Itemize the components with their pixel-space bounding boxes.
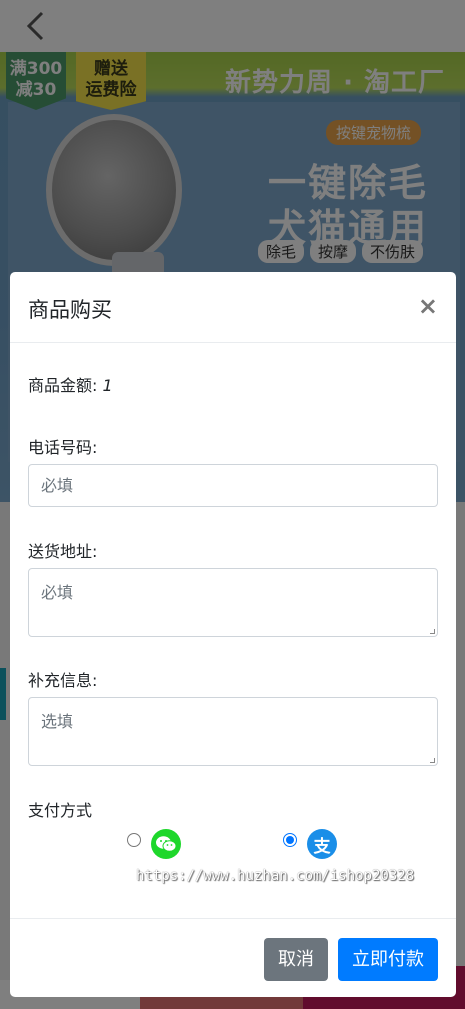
wechat-radio[interactable] — [127, 833, 141, 847]
watermark: https://www.huzhan.com/ishop20328 — [136, 868, 415, 884]
amount-value: 1 — [102, 376, 113, 395]
cancel-button[interactable]: 取消 — [264, 938, 328, 981]
address-textarea[interactable]: 必填 — [28, 568, 438, 637]
alipay-radio[interactable] — [283, 833, 297, 847]
payment-label: 支付方式 — [28, 801, 93, 820]
extra-label: 补充信息: — [28, 671, 98, 690]
wechat-icon[interactable] — [151, 829, 181, 859]
close-icon[interactable]: × — [418, 294, 438, 318]
phone-placeholder: 必填 — [41, 476, 74, 495]
extra-placeholder: 选填 — [41, 712, 74, 731]
modal-footer: 取消 立即付款 — [10, 918, 456, 997]
resize-handle-icon[interactable] — [430, 758, 435, 763]
payment-options: 支 — [10, 829, 456, 869]
pay-now-button[interactable]: 立即付款 — [338, 938, 438, 981]
purchase-modal: 商品购买 × 商品金额: 1 电话号码: 必填 送货地址: 必填 补充信息: 选… — [10, 272, 456, 997]
modal-title: 商品购买 — [28, 298, 112, 322]
address-placeholder: 必填 — [41, 583, 74, 602]
address-label: 送货地址: — [28, 542, 98, 561]
alipay-glyph: 支 — [313, 836, 331, 857]
phone-input[interactable]: 必填 — [28, 464, 438, 507]
amount-label: 商品金额: — [28, 376, 98, 395]
resize-handle-icon[interactable] — [430, 629, 435, 634]
extra-info-textarea[interactable]: 选填 — [28, 697, 438, 766]
modal-header: 商品购买 × — [10, 272, 456, 343]
alipay-icon[interactable]: 支 — [307, 829, 337, 859]
amount-row: 商品金额: 1 — [28, 372, 113, 396]
phone-label: 电话号码: — [28, 438, 98, 457]
